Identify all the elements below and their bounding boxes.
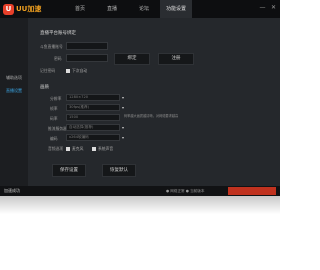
remember-checkbox[interactable] [66,69,70,73]
account-section-title: 直播平台账号绑定 [40,31,76,36]
chevron-down-icon[interactable]: ▾ [122,134,124,141]
chevron-down-icon[interactable]: ▾ [122,94,124,101]
window-reflection [0,196,280,214]
tab-live[interactable]: 直播 [96,0,128,18]
app-logo: U UU加速 [3,4,53,15]
top-bar: U UU加速 首页 直播 论坛 功能设置 — ✕ [0,0,280,18]
framerate-label: 帧率 [50,106,58,111]
reset-settings-button[interactable]: 恢复默认 [102,164,136,177]
sidebar: 辅助选项 直播设置 [0,18,28,196]
speaker-option-label: 系统声音 [98,146,114,151]
speaker-checkbox[interactable] [92,147,96,151]
account-input[interactable] [66,42,108,50]
settings-panel: 直播平台账号绑定 斗鱼直播账号 密码 绑定 注册 记住密码 下次自动 画质 分辨… [28,18,280,196]
remember-label: 记住密码 [40,68,56,73]
resolution-select[interactable]: 1280×720 [66,94,120,101]
accent-button[interactable] [228,187,276,195]
chevron-down-icon[interactable]: ▾ [122,104,124,111]
tab-settings[interactable]: 功能设置 [160,0,192,18]
server-label: 推流服务器 [48,126,67,131]
framerate-select[interactable]: 30fps(推荐) [66,104,120,111]
tab-forum[interactable]: 论坛 [128,0,160,18]
bitrate-label: 码率 [50,116,58,121]
password-label: 密码 [54,56,62,61]
close-icon[interactable]: ✕ [270,4,277,11]
server-select[interactable]: 自动选择(推荐) [66,124,120,131]
tab-home[interactable]: 首页 [64,0,96,18]
resolution-label: 分辨率 [50,96,62,101]
mic-option-label: 麦克风 [72,146,84,151]
encoder-label: 编码 [50,136,58,141]
remember-option-label: 下次自动 [72,68,88,73]
chevron-down-icon[interactable]: ▾ [122,124,124,131]
acceleration-status: 加速成功 [4,188,20,193]
app-window: U UU加速 首页 直播 论坛 功能设置 — ✕ 辅助选项 直播设置 直播平台账… [0,0,280,196]
mic-checkbox[interactable] [66,147,70,151]
bottom-bar: 加速成功 ● 网络正常 ● 当前版本 [0,186,280,196]
window-controls: — ✕ [259,4,277,11]
bitrate-input[interactable]: 1500 [66,114,120,121]
save-settings-button[interactable]: 保存设置 [52,164,86,177]
minimize-icon[interactable]: — [259,4,266,11]
logo-text: UU加速 [16,5,42,13]
audio-label: 音频选项 [48,146,64,151]
bitrate-hint: 码率越大画质越清晰，对网络要求越高 [124,114,179,118]
network-status: ● 网络正常 ● 当前版本 [166,189,205,193]
sidebar-item-live-settings[interactable]: 直播设置 [0,86,28,96]
quality-section-title: 画质 [40,85,49,90]
bind-button[interactable]: 绑定 [114,53,150,65]
main-nav: 首页 直播 论坛 功能设置 [64,0,192,18]
account-label: 斗鱼直播账号 [40,44,63,49]
encoder-select[interactable]: x264软编码 [66,134,120,141]
register-button[interactable]: 注册 [158,53,194,65]
logo-badge-icon: U [3,4,14,15]
sidebar-item-assist-options[interactable]: 辅助选项 [0,73,28,83]
password-input[interactable] [66,54,108,62]
